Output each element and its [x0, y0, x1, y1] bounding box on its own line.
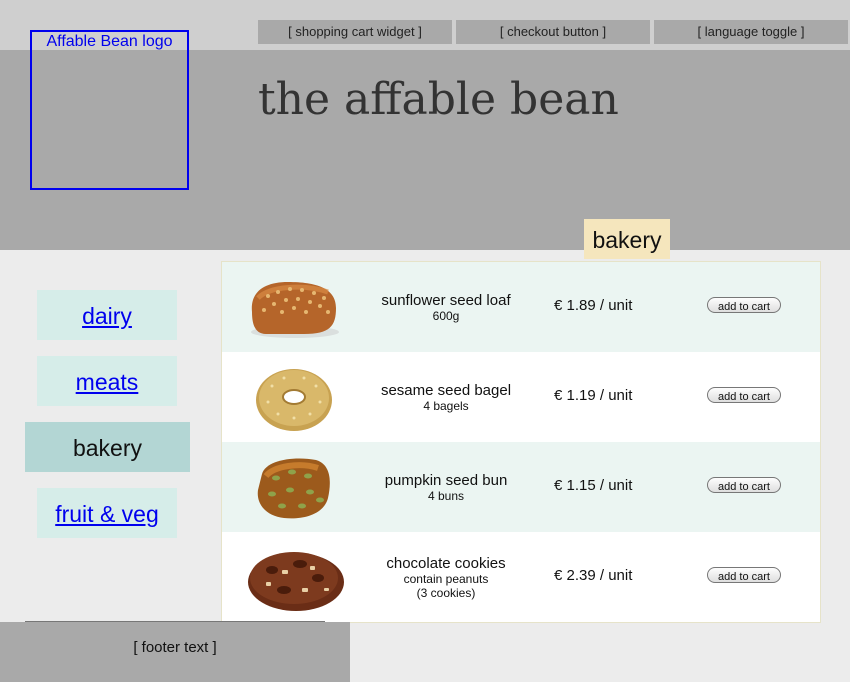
checkout-button[interactable]: [ checkout button ]: [456, 20, 650, 44]
language-toggle[interactable]: [ language toggle ]: [654, 20, 848, 44]
add-to-cart-button[interactable]: add to cart: [707, 477, 781, 493]
table-row: chocolate cookies contain peanuts (3 coo…: [222, 532, 820, 622]
product-price: € 2.39 / unit: [554, 567, 633, 584]
product-name-cell: chocolate cookies contain peanuts (3 coo…: [362, 532, 530, 622]
product-name: sesame seed bagel: [380, 381, 512, 399]
table-row: pumpkin seed bun 4 buns € 1.15 / unit ad…: [222, 442, 820, 532]
product-description: 4 bagels: [423, 398, 469, 413]
product-description: 600g: [432, 308, 460, 323]
footer-text: [ footer text ]: [133, 639, 217, 656]
bread-loaf-icon: [251, 282, 339, 338]
cookie-icon: [248, 552, 344, 611]
bagel-icon: [256, 369, 332, 431]
add-to-cart-button[interactable]: add to cart: [707, 297, 781, 313]
sidebar-item-meats[interactable]: meats: [37, 356, 177, 406]
add-to-cart-button[interactable]: add to cart: [707, 567, 781, 583]
product-price: € 1.89 / unit: [554, 297, 633, 314]
sidebar-item-bakery: bakery: [25, 422, 190, 472]
footer: [ footer text ]: [0, 622, 350, 682]
bun-icon: [257, 458, 330, 519]
site-title: the affable bean: [258, 74, 619, 125]
product-name: chocolate cookies: [386, 554, 506, 572]
sidebar-item-fruit-veg[interactable]: fruit & veg: [37, 488, 177, 538]
logo-text: Affable Bean logo: [46, 33, 173, 50]
logo-placeholder[interactable]: Affable Bean logo: [30, 30, 189, 190]
product-description-extra: (3 cookies): [416, 585, 476, 600]
product-name-cell: sunflower seed loaf 600g: [362, 262, 530, 352]
product-description: contain peanuts: [403, 571, 489, 586]
table-row: sunflower seed loaf 600g € 1.89 / unit a…: [222, 262, 820, 352]
product-name: pumpkin seed bun: [384, 471, 508, 489]
product-price: € 1.15 / unit: [554, 477, 633, 494]
product-description: 4 buns: [427, 488, 465, 503]
product-name-cell: sesame seed bagel 4 bagels: [362, 352, 530, 442]
product-price: € 1.19 / unit: [554, 387, 633, 404]
product-name: sunflower seed loaf: [381, 291, 511, 309]
table-row: sesame seed bagel 4 bagels € 1.19 / unit…: [222, 352, 820, 442]
shopping-cart-widget[interactable]: [ shopping cart widget ]: [258, 20, 452, 44]
add-to-cart-button[interactable]: add to cart: [707, 387, 781, 403]
sidebar-item-dairy[interactable]: dairy: [37, 290, 177, 340]
category-title: bakery: [584, 219, 670, 259]
product-table: sunflower seed loaf 600g € 1.89 / unit a…: [221, 261, 821, 623]
product-name-cell: pumpkin seed bun 4 buns: [362, 442, 530, 532]
